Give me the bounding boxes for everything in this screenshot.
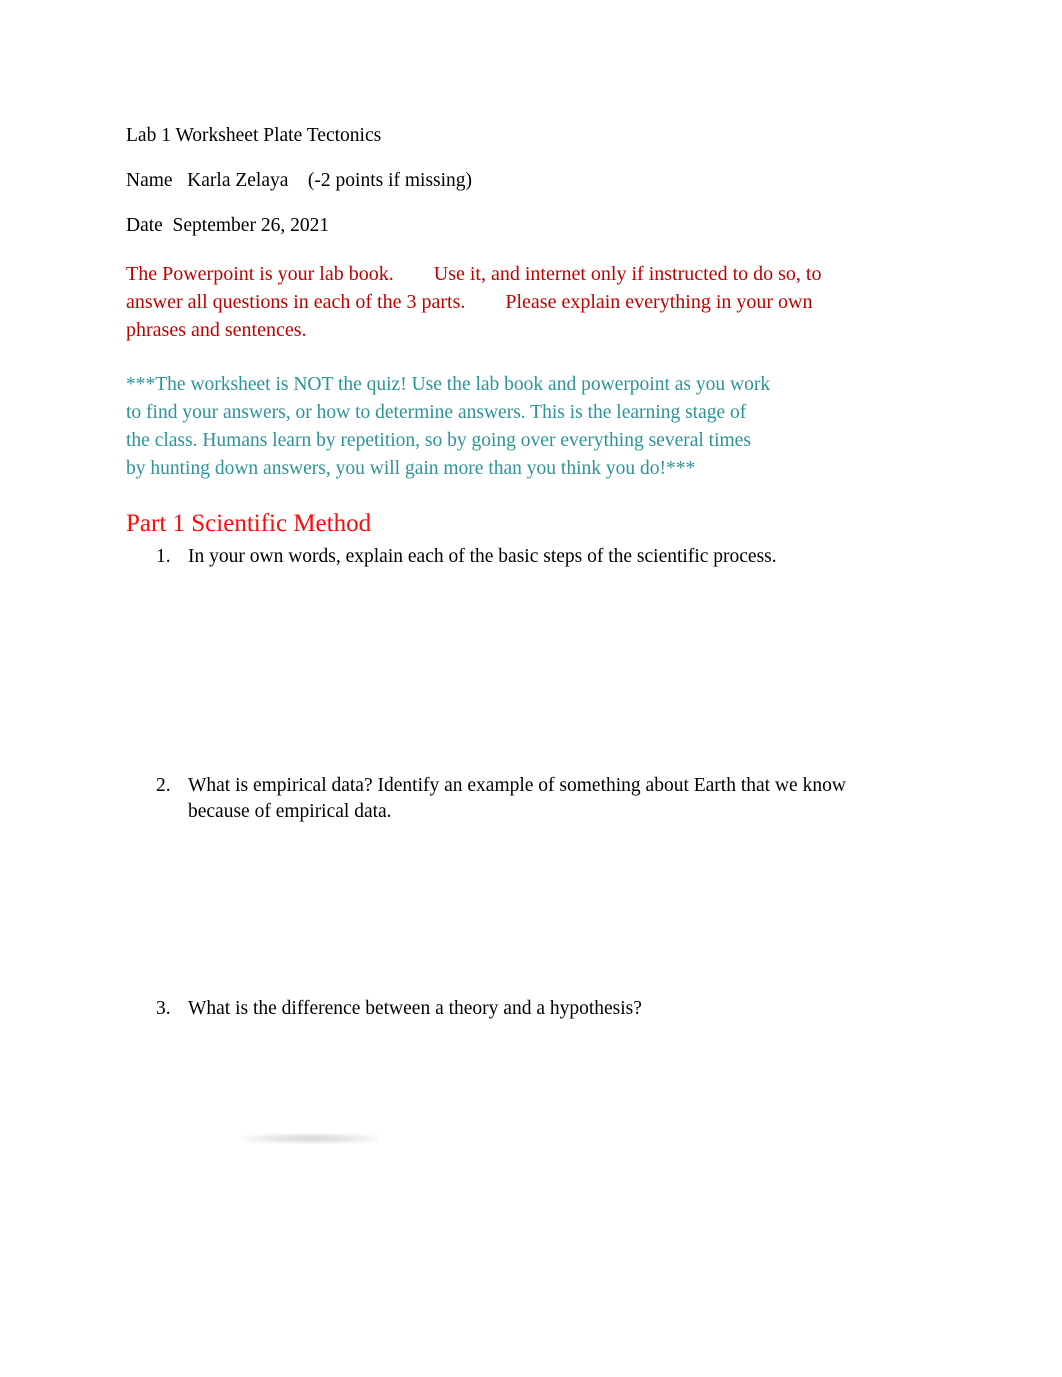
teal-note-line: to find your answers, or how to determin… [126,402,747,423]
teal-note-line: ***The worksheet is NOT the quiz! Use th… [126,374,771,395]
teal-note-line: by hunting down answers, you will gain m… [126,458,696,479]
part-1-heading: Part 1 Scientific Method [126,510,372,537]
question-text: What is the difference between a theory … [188,998,642,1019]
document-page: Lab 1 Worksheet Plate Tectonics Name Kar… [0,0,1062,1377]
question-text: What is empirical data? Identify an exam… [188,775,846,822]
faint-shadow-artifact [243,1133,379,1144]
question-item: 1. In your own words, explain each of th… [126,544,868,570]
date-line: Date September 26, 2021 [126,215,330,236]
teal-note-paragraph: ***The worksheet is NOT the quiz! Use th… [126,371,868,483]
question-number: 2. [156,775,171,796]
teal-note-line: the class. Humans learn by repetition, s… [126,430,751,451]
question-number: 1. [156,546,171,567]
red-instructions-paragraph: The Powerpoint is your lab book. Use it,… [126,263,827,341]
question-item: 2. What is empirical data? Identify an e… [126,773,868,825]
question-list: 1. In your own words, explain each of th… [126,544,868,1022]
question-number: 3. [156,998,171,1019]
document-body: Lab 1 Worksheet Plate Tectonics Name Kar… [126,124,868,1022]
student-name-line: Name Karla Zelaya (-2 points if missing) [126,170,473,191]
question-item: 3. What is the difference between a theo… [126,996,868,1022]
page-title: Lab 1 Worksheet Plate Tectonics [126,125,382,146]
question-text: In your own words, explain each of the b… [188,546,777,567]
